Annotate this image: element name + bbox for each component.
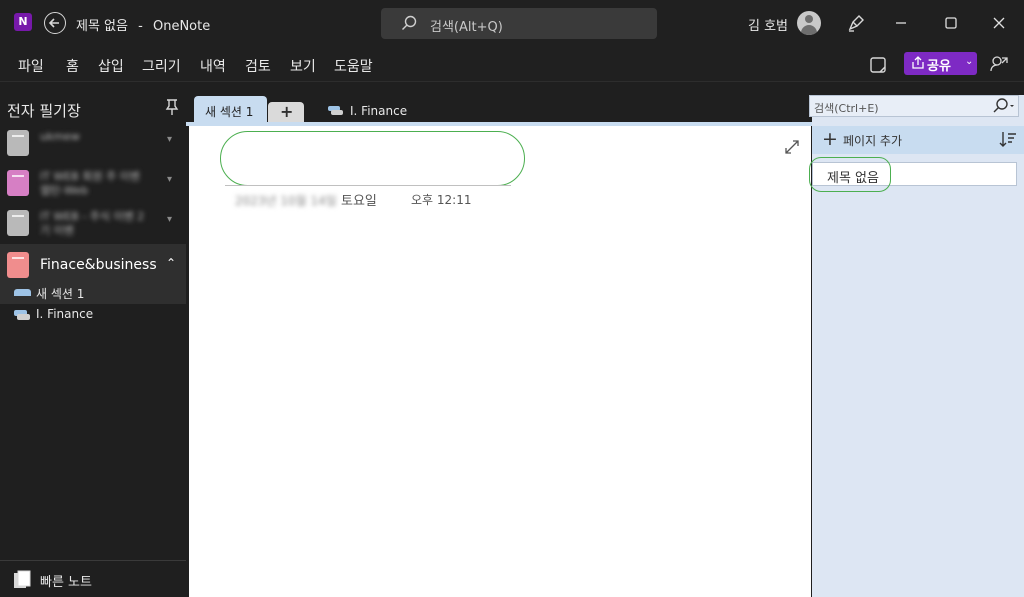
pen-button[interactable] bbox=[845, 12, 867, 34]
menu-help[interactable]: 도움말 bbox=[334, 56, 373, 76]
page-title-input[interactable] bbox=[225, 185, 511, 186]
tab-finance[interactable]: I. Finance bbox=[350, 104, 407, 118]
avatar[interactable] bbox=[797, 11, 821, 35]
title-bar: N 제목 없음 - OneNote 검색(Alt+Q) 김 호범 bbox=[0, 0, 1024, 46]
tab-section-1[interactable]: 새 섹션 1 bbox=[194, 96, 267, 124]
app-name: OneNote bbox=[152, 19, 211, 34]
section-group-icon bbox=[328, 106, 343, 115]
global-search-input[interactable]: 검색(Alt+Q) bbox=[381, 8, 657, 39]
quick-notes-icon bbox=[14, 570, 31, 588]
notebook-item-3[interactable]: IT WEB - 주식 이벤 2기 이벤 ▾ bbox=[0, 202, 186, 242]
user-name[interactable]: 김 호범 bbox=[748, 15, 788, 34]
section-label: 새 섹션 1 bbox=[36, 287, 85, 301]
notebook-label: ukmew bbox=[40, 130, 80, 143]
pin-button[interactable] bbox=[164, 98, 180, 116]
minimize-icon bbox=[896, 22, 906, 24]
plus-icon: + bbox=[280, 102, 294, 121]
notebook-item-1[interactable]: ukmew ▾ bbox=[0, 122, 186, 162]
notebook-label: Finace&business bbox=[40, 257, 157, 273]
sort-icon[interactable] bbox=[999, 130, 1017, 150]
section-item-1[interactable]: 새 섹션 1 bbox=[0, 282, 186, 304]
chevron-down-icon: ▾ bbox=[167, 214, 173, 225]
feedback-icon bbox=[990, 56, 1008, 72]
page-search-placeholder: 검색(Ctrl+E) bbox=[814, 102, 879, 115]
maximize-button[interactable] bbox=[940, 12, 962, 34]
back-button[interactable] bbox=[44, 12, 66, 34]
notebook-label: IT WEB - 주식 이벤 2기 이벤 bbox=[40, 210, 145, 237]
section-tabs: 새 섹션 1 + I. Finance bbox=[186, 82, 811, 124]
highlight-oval bbox=[809, 157, 891, 192]
title-separator: - bbox=[138, 19, 143, 34]
search-icon[interactable] bbox=[990, 98, 1016, 114]
quick-notes-label: 빠른 노트 bbox=[40, 575, 92, 590]
add-page-button[interactable]: 페이지 추가 bbox=[843, 132, 902, 149]
close-icon bbox=[993, 17, 1005, 29]
notebook-icon bbox=[870, 57, 886, 73]
doc-title: 제목 없음 bbox=[76, 19, 128, 34]
menu-insert[interactable]: 삽입 bbox=[98, 56, 124, 76]
menu-history[interactable]: 내역 bbox=[200, 56, 226, 76]
add-section-button[interactable]: + bbox=[268, 102, 304, 124]
page-time: 오후 12:11 bbox=[411, 193, 472, 207]
menu-view[interactable]: 보기 bbox=[290, 56, 316, 76]
avatar-head bbox=[805, 15, 813, 23]
share-icon bbox=[912, 56, 924, 69]
menu-bar: 파일 홈 삽입 그리기 내역 검토 보기 도움말 공유 ⌄ bbox=[0, 46, 1024, 82]
notebook-icon bbox=[7, 252, 29, 278]
menu-home[interactable]: 홈 bbox=[66, 56, 79, 76]
page-search-input[interactable]: 검색(Ctrl+E) bbox=[809, 95, 1019, 117]
arrow-left-icon bbox=[48, 18, 59, 28]
chevron-down-icon: ⌄ bbox=[965, 56, 974, 67]
search-icon bbox=[402, 15, 417, 30]
notebook-icon bbox=[7, 130, 29, 156]
menu-draw[interactable]: 그리기 bbox=[142, 56, 181, 76]
section-item-2[interactable]: I. Finance bbox=[0, 304, 186, 326]
feedback-button[interactable] bbox=[988, 53, 1010, 75]
menu-file[interactable]: 파일 bbox=[18, 56, 44, 76]
close-button[interactable] bbox=[988, 12, 1010, 34]
page-day: 토요일 bbox=[341, 194, 377, 209]
page-canvas[interactable]: 2023년 10월 14일 토요일 오후 12:11 bbox=[189, 126, 811, 597]
notebook-icon bbox=[7, 170, 29, 196]
page-date: 2023년 10월 14일 bbox=[235, 194, 337, 208]
notebook-sidebar: 전자 필기장 ukmew ▾ IT WEB 회원 주 이벤 웹탄-Web ▾ I… bbox=[0, 82, 186, 597]
highlight-oval bbox=[220, 131, 525, 186]
expand-icon[interactable] bbox=[784, 139, 800, 155]
pin-icon bbox=[165, 99, 179, 115]
notebook-icon bbox=[7, 210, 29, 236]
minimize-button[interactable] bbox=[890, 12, 912, 34]
menu-review[interactable]: 검토 bbox=[245, 56, 271, 76]
plus-icon[interactable]: + bbox=[822, 128, 838, 150]
notebook-label: IT WEB 회원 주 이벤 웹탄-Web bbox=[40, 170, 140, 197]
chevron-up-icon[interactable]: ⌃ bbox=[166, 256, 176, 270]
quick-notes[interactable]: 빠른 노트 bbox=[0, 560, 186, 597]
section-label: I. Finance bbox=[36, 307, 94, 321]
pen-icon bbox=[848, 15, 864, 32]
tab-label: 새 섹션 1 bbox=[205, 105, 254, 119]
avatar-body bbox=[801, 25, 817, 35]
chevron-down-icon: ▾ bbox=[167, 134, 173, 145]
notebook-item-active[interactable]: Finace&business ⌃ bbox=[0, 244, 186, 284]
share-button[interactable]: 공유 ⌄ bbox=[904, 52, 977, 75]
onenote-app-icon: N bbox=[14, 13, 32, 31]
chevron-down-icon: ▾ bbox=[167, 174, 173, 185]
section-group-icon bbox=[14, 310, 30, 320]
add-page-bar: + 페이지 추가 bbox=[812, 126, 1024, 154]
section-icon bbox=[14, 289, 31, 296]
notebook-item-2[interactable]: IT WEB 회원 주 이벤 웹탄-Web ▾ bbox=[0, 162, 186, 202]
notebook-view-button[interactable] bbox=[868, 55, 888, 75]
maximize-icon bbox=[945, 17, 957, 29]
window-title: 제목 없음 - OneNote bbox=[76, 15, 210, 34]
sidebar-title: 전자 필기장 bbox=[7, 102, 81, 120]
search-placeholder: 검색(Alt+Q) bbox=[430, 20, 503, 35]
share-label: 공유 bbox=[927, 59, 951, 74]
